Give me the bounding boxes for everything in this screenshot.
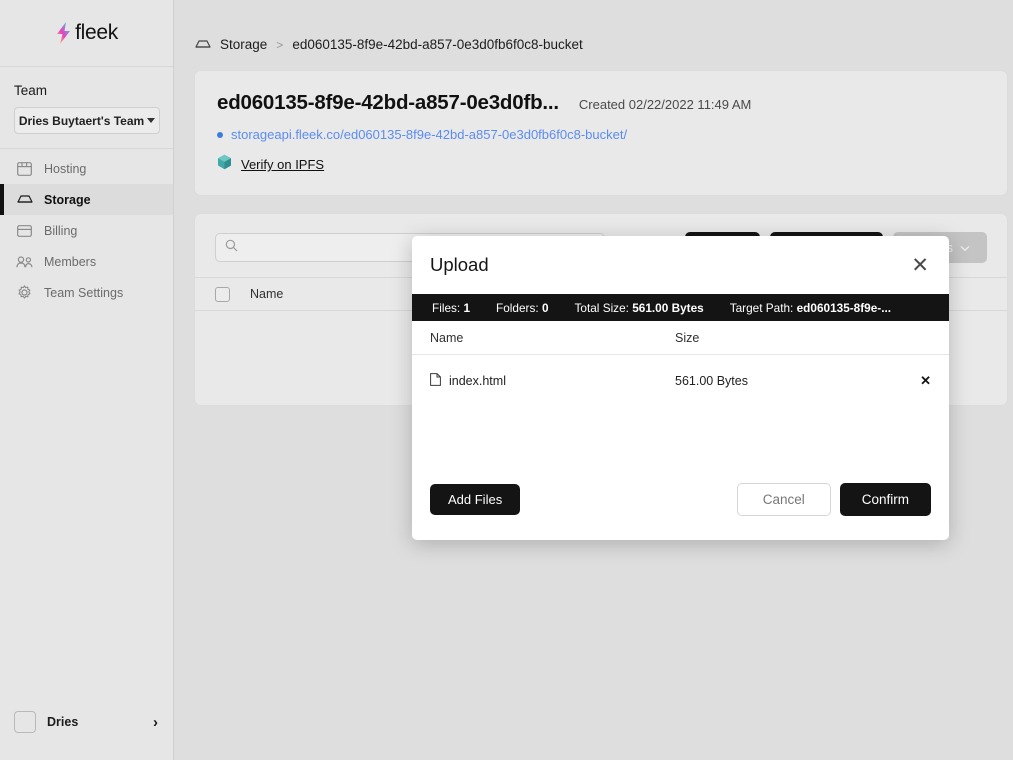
sidebar-item-label: Storage <box>44 193 91 207</box>
cancel-button[interactable]: Cancel <box>737 483 831 516</box>
file-name: index.html <box>449 374 506 388</box>
logo-area: fleek <box>0 0 173 67</box>
modal-header: Upload ✕ <box>412 236 949 294</box>
sidebar-item-team-settings[interactable]: Team Settings <box>0 277 173 308</box>
info-target-path: Target Path: ed060135-8f9e-... <box>730 301 891 315</box>
storage-icon <box>16 191 33 208</box>
chevron-right-icon: › <box>153 714 158 731</box>
add-files-button[interactable]: Add Files <box>430 484 520 515</box>
modal-table-header: Name Size <box>412 321 949 355</box>
modal-column-header-size: Size <box>675 331 931 345</box>
upload-modal: Upload ✕ Files: 1 Folders: 0 Total Size:… <box>412 236 949 540</box>
file-icon <box>430 373 441 389</box>
logo-text: fleek <box>75 21 118 45</box>
sidebar-item-label: Billing <box>44 224 77 238</box>
modal-column-header-name: Name <box>430 331 675 345</box>
sidebar-nav: Hosting Storage Billing Members <box>0 149 173 308</box>
upload-info-bar: Files: 1 Folders: 0 Total Size: 561.00 B… <box>412 294 949 321</box>
team-selector[interactable]: Dries Buytaert's Team <box>14 107 160 134</box>
user-name: Dries <box>47 715 142 729</box>
chevron-down-icon <box>147 118 155 123</box>
team-block: Team Dries Buytaert's Team <box>0 67 173 149</box>
remove-file-button[interactable]: ✕ <box>920 373 931 389</box>
close-icon[interactable]: ✕ <box>911 255 929 276</box>
modal-footer: Add Files Cancel Confirm <box>412 483 949 540</box>
team-label: Team <box>14 83 159 98</box>
sidebar-item-label: Team Settings <box>44 286 123 300</box>
file-list-item: index.html 561.00 Bytes ✕ <box>412 365 949 397</box>
info-total-size: Total Size: 561.00 Bytes <box>575 301 704 315</box>
confirm-button[interactable]: Confirm <box>840 483 931 516</box>
sidebar-item-label: Hosting <box>44 162 86 176</box>
info-files-value: 1 <box>463 301 470 315</box>
user-menu[interactable]: Dries › <box>0 702 172 742</box>
file-size: 561.00 Bytes <box>675 374 920 388</box>
sidebar-item-label: Members <box>44 255 96 269</box>
users-icon <box>16 253 33 270</box>
info-target-path-value: ed060135-8f9e-... <box>797 301 891 315</box>
info-folders-value: 0 <box>542 301 549 315</box>
sidebar-item-billing[interactable]: Billing <box>0 215 173 246</box>
info-total-size-label: Total Size: <box>575 301 629 315</box>
info-total-size-value: 561.00 Bytes <box>632 301 704 315</box>
sidebar-item-storage[interactable]: Storage <box>0 184 173 215</box>
file-name-cell: index.html <box>430 373 675 389</box>
info-folders: Folders: 0 <box>496 301 548 315</box>
app-root: fleek Team Dries Buytaert's Team Hosting <box>0 0 1013 760</box>
credit-card-icon <box>16 222 33 239</box>
info-target-path-label: Target Path: <box>730 301 794 315</box>
main-content: Storage > ed060135-8f9e-42bd-a857-0e3d0f… <box>174 0 1013 760</box>
sidebar: fleek Team Dries Buytaert's Team Hosting <box>0 0 174 760</box>
info-files-label: Files: <box>432 301 460 315</box>
browser-icon <box>16 160 33 177</box>
fleek-logo[interactable]: fleek <box>55 21 118 45</box>
modal-title: Upload <box>430 254 911 276</box>
modal-overlay: Upload ✕ Files: 1 Folders: 0 Total Size:… <box>174 0 1013 760</box>
avatar <box>14 711 36 733</box>
info-folders-label: Folders: <box>496 301 539 315</box>
lightning-bolt-icon <box>55 22 72 44</box>
team-selector-value: Dries Buytaert's Team <box>19 114 144 128</box>
info-files: Files: 1 <box>432 301 470 315</box>
sidebar-item-members[interactable]: Members <box>0 246 173 277</box>
gear-icon <box>16 284 33 301</box>
sidebar-item-hosting[interactable]: Hosting <box>0 153 173 184</box>
modal-file-list: index.html 561.00 Bytes ✕ <box>412 365 949 483</box>
